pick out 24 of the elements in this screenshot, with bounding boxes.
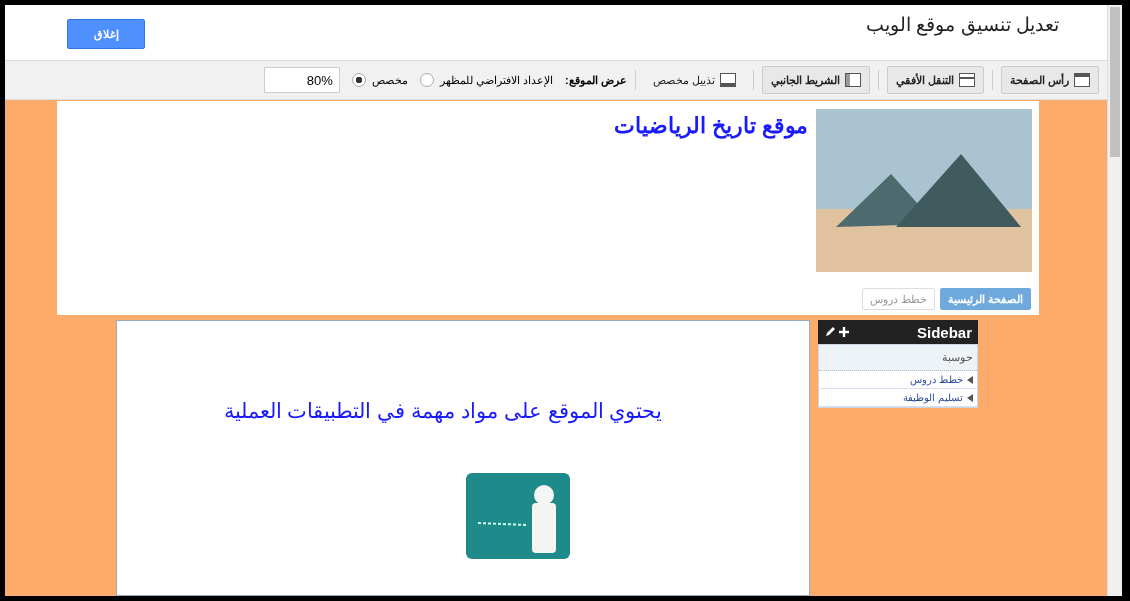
width-label: عرض الموقع: xyxy=(565,73,627,87)
sidebar-title: Sidebar xyxy=(916,323,972,341)
width-radio[interactable]: مخصص xyxy=(351,73,408,87)
pencil-icon[interactable] xyxy=(824,326,836,338)
content-text: يحتوي الموقع على مواد مهمة في التطبيقات العملية xyxy=(223,399,663,423)
layout-toggle[interactable]: الشريط الجانبي xyxy=(761,66,870,94)
site-title: موقع تاريخ الرياضيات xyxy=(613,113,808,141)
width-field[interactable]: 80% xyxy=(263,67,340,93)
layout-icon xyxy=(958,73,975,87)
layout-toggle[interactable]: التنقل الأفقي xyxy=(886,66,984,94)
layout-toggle[interactable]: تذييل مخصص xyxy=(643,66,745,94)
sidebar-heading: حوسبة xyxy=(819,345,977,371)
dialog-title: تعديل تنسيق موقع الويب xyxy=(866,13,1059,36)
scrollbar-thumb[interactable] xyxy=(1110,7,1120,157)
sidebar-link[interactable]: خطط دروس xyxy=(819,371,977,389)
sidebar-link[interactable]: تسليم الوظيفة xyxy=(819,389,977,407)
layout-icon xyxy=(844,73,861,87)
width-radio[interactable]: الإعداد الافتراضي للمظهر xyxy=(419,73,553,87)
layout-icon xyxy=(1074,73,1090,87)
layout-toggle[interactable]: رأس الصفحة xyxy=(1000,66,1099,94)
layout-icon xyxy=(719,73,736,87)
add-icon[interactable] xyxy=(838,326,850,338)
radio-icon[interactable] xyxy=(419,73,434,87)
radio-icon[interactable] xyxy=(351,73,366,87)
